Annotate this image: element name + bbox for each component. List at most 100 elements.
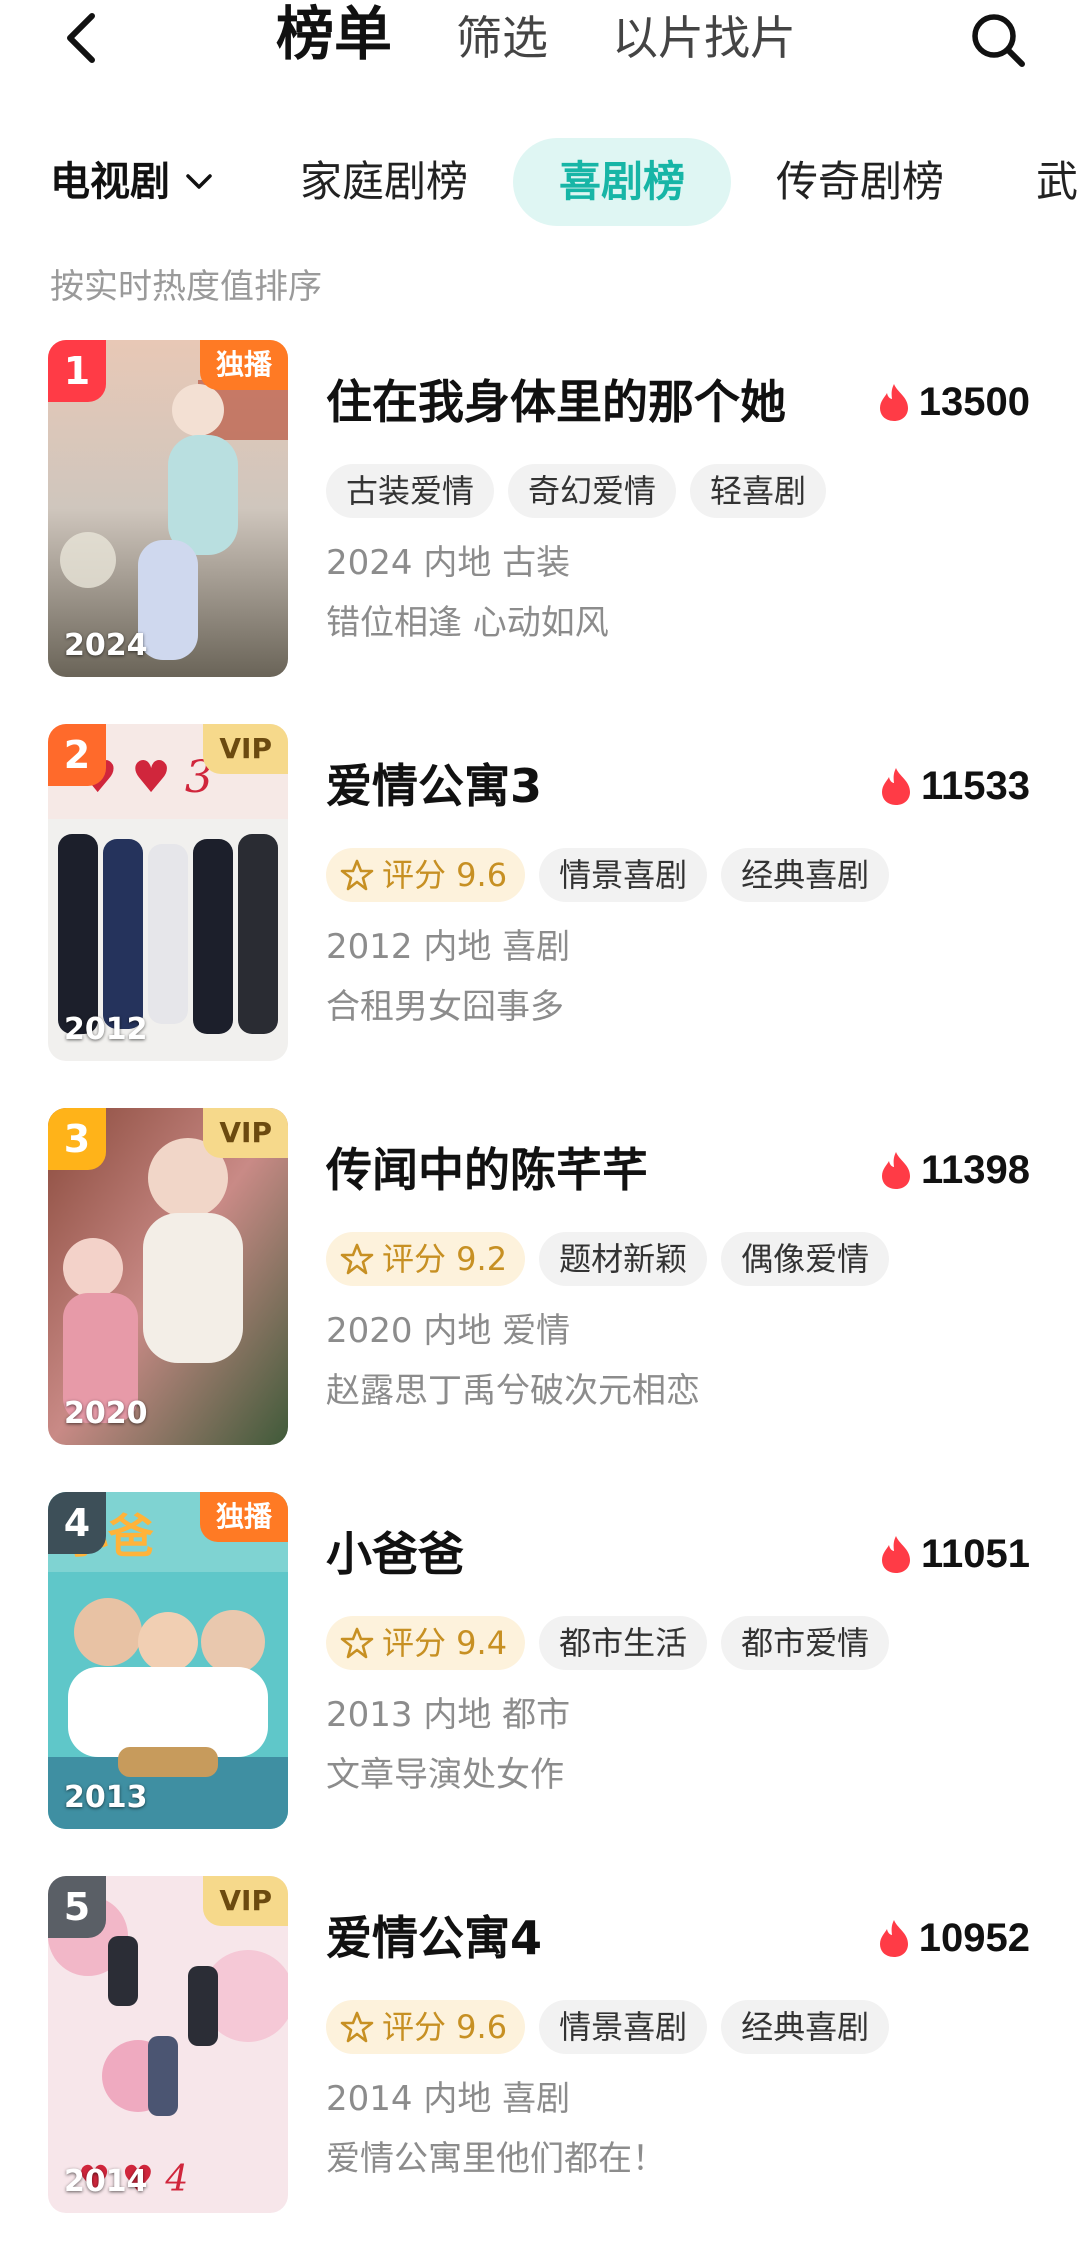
show-description: 合租男女囧事多 — [326, 987, 564, 1027]
category-family[interactable]: 家庭剧榜 — [300, 138, 468, 226]
back-button[interactable] — [52, 0, 112, 76]
rank-badge: 4 — [48, 1492, 106, 1554]
genre-tag[interactable]: 经典喜剧 — [721, 848, 890, 902]
heat-score: 13500 — [877, 374, 1030, 430]
star-icon — [340, 859, 374, 891]
tag-list: 评分 9.6 情景喜剧 经典喜剧 — [326, 2000, 890, 2054]
genre-tag[interactable]: 经典喜剧 — [721, 2000, 890, 2054]
top-navigation-bar: 榜单 筛选 以片找片 — [0, 0, 1080, 80]
show-meta: 2014 内地 喜剧 — [326, 2079, 571, 2119]
tag-list: 评分 9.2 题材新颖 偶像爱情 — [326, 1232, 890, 1286]
fire-icon — [881, 1536, 910, 1573]
genre-tag[interactable]: 轻喜剧 — [690, 464, 827, 518]
tab-ranking[interactable]: 榜单 — [276, 2, 392, 66]
sort-hint: 按实时热度值排序 — [50, 267, 322, 307]
category-comedy[interactable]: 喜剧榜 — [513, 138, 731, 226]
vip-badge: VIP — [203, 1876, 288, 1926]
rating-value: 评分 9.4 — [382, 1624, 508, 1662]
genre-tag[interactable]: 奇幻爱情 — [508, 464, 677, 518]
category-type-label: 电视剧 — [50, 159, 170, 205]
show-title: 住在我身体里的那个她 — [326, 375, 786, 429]
category-row: 电视剧 家庭剧榜 喜剧榜 传奇剧榜 武 — [0, 138, 1080, 226]
fire-icon — [879, 384, 908, 421]
heat-score: 10952 — [877, 1910, 1030, 1966]
heat-value: 11051 — [920, 1531, 1030, 1576]
star-icon — [340, 1627, 374, 1659]
chevron-left-icon — [67, 13, 95, 63]
show-meta: 2020 内地 爱情 — [326, 1311, 571, 1351]
search-icon — [972, 14, 1025, 67]
chevron-down-icon — [186, 174, 212, 189]
rating-value: 评分 9.6 — [382, 2008, 508, 2046]
list-item[interactable]: 3 VIP 2020 传闻中的陈芊芊 11398 评分 9.2 题材新颖 偶像爱… — [0, 1108, 1080, 1448]
exclusive-badge: 独播 — [199, 1492, 288, 1542]
show-meta: 2012 内地 喜剧 — [326, 927, 571, 967]
heat-score: 11398 — [879, 1142, 1030, 1198]
heat-value: 11398 — [920, 1147, 1030, 1192]
star-icon — [340, 2011, 374, 2043]
poster-image[interactable]: ♥ ♥ 3 2 VIP 2012 — [48, 724, 288, 1061]
genre-tag[interactable]: 都市爱情 — [721, 1616, 890, 1670]
rank-badge: 3 — [48, 1108, 106, 1170]
poster-year: 2014 — [64, 2164, 148, 2199]
list-item[interactable]: 1 独播 2024 住在我身体里的那个她 13500 古装爱情 奇幻爱情 轻喜剧… — [0, 340, 1080, 680]
rank-badge: 5 — [48, 1876, 106, 1938]
list-item[interactable]: ♥ ♥ 3 2 VIP 2012 爱情公寓3 11533 评分 9.6 情景喜剧… — [0, 724, 1080, 1064]
poster-image[interactable]: 小爸 4 独播 2013 — [48, 1492, 288, 1829]
vip-badge: VIP — [203, 724, 288, 774]
rating-tag[interactable]: 评分 9.6 — [326, 848, 526, 902]
rating-value: 评分 9.2 — [382, 1240, 508, 1278]
fire-icon — [879, 1920, 908, 1957]
poster-image[interactable]: 1 独播 2024 — [48, 340, 288, 677]
poster-image[interactable]: 3 VIP 2020 — [48, 1108, 288, 1445]
category-wuxia[interactable]: 武 — [1036, 138, 1078, 226]
show-description: 错位相逢 心动如风 — [326, 603, 609, 643]
rank-badge: 2 — [48, 724, 106, 786]
tab-filter[interactable]: 筛选 — [456, 6, 548, 70]
fire-icon — [881, 1152, 910, 1189]
show-meta: 2013 内地 都市 — [326, 1695, 571, 1735]
poster-image[interactable]: ♥ ♥ 4 5 VIP 2014 — [48, 1876, 288, 2213]
heat-value: 13500 — [918, 379, 1030, 424]
heat-score: 11533 — [879, 758, 1030, 814]
poster-year: 2024 — [64, 628, 148, 663]
poster-year: 2020 — [64, 1396, 148, 1431]
show-title: 爱情公寓4 — [326, 1911, 543, 1965]
genre-tag[interactable]: 情景喜剧 — [539, 2000, 708, 2054]
category-legend[interactable]: 传奇剧榜 — [776, 138, 944, 226]
star-icon — [340, 1243, 374, 1275]
heat-score: 11051 — [879, 1526, 1030, 1582]
exclusive-badge: 独播 — [199, 340, 288, 390]
poster-year: 2012 — [64, 1012, 148, 1047]
search-button[interactable] — [962, 4, 1034, 76]
heat-value: 10952 — [918, 1915, 1030, 1960]
show-title: 小爸爸 — [326, 1527, 464, 1581]
fire-icon — [881, 768, 910, 805]
show-title: 爱情公寓3 — [326, 759, 543, 813]
poster-year: 2013 — [64, 1780, 148, 1815]
list-item[interactable]: 小爸 4 独播 2013 小爸爸 11051 评分 9.4 都市生活 都市爱情 — [0, 1492, 1080, 1832]
show-description: 赵露思丁禹兮破次元相恋 — [326, 1371, 700, 1411]
genre-tag[interactable]: 都市生活 — [539, 1616, 708, 1670]
list-item[interactable]: ♥ ♥ 4 5 VIP 2014 爱情公寓4 10952 评分 9.6 情景喜剧… — [0, 1876, 1080, 2216]
show-meta: 2024 内地 古装 — [326, 543, 571, 583]
rank-badge: 1 — [48, 340, 106, 402]
show-title: 传闻中的陈芊芊 — [326, 1143, 648, 1197]
tab-find-by-film[interactable]: 以片找片 — [612, 6, 796, 70]
genre-tag[interactable]: 题材新颖 — [539, 1232, 708, 1286]
genre-tag[interactable]: 情景喜剧 — [539, 848, 708, 902]
genre-tag[interactable]: 偶像爱情 — [721, 1232, 890, 1286]
rating-tag[interactable]: 评分 9.2 — [326, 1232, 526, 1286]
rating-value: 评分 9.6 — [382, 856, 508, 894]
show-description: 文章导演处女作 — [326, 1755, 564, 1795]
rating-tag[interactable]: 评分 9.4 — [326, 1616, 526, 1670]
show-description: 爱情公寓里他们都在！ — [326, 2139, 666, 2179]
tag-list: 古装爱情 奇幻爱情 轻喜剧 — [326, 464, 827, 518]
tag-list: 评分 9.4 都市生活 都市爱情 — [326, 1616, 890, 1670]
genre-tag[interactable]: 古装爱情 — [326, 464, 495, 518]
vip-badge: VIP — [203, 1108, 288, 1158]
tag-list: 评分 9.6 情景喜剧 经典喜剧 — [326, 848, 890, 902]
rating-tag[interactable]: 评分 9.6 — [326, 2000, 526, 2054]
category-type-dropdown[interactable]: 电视剧 — [50, 138, 214, 226]
heat-value: 11533 — [920, 763, 1030, 808]
